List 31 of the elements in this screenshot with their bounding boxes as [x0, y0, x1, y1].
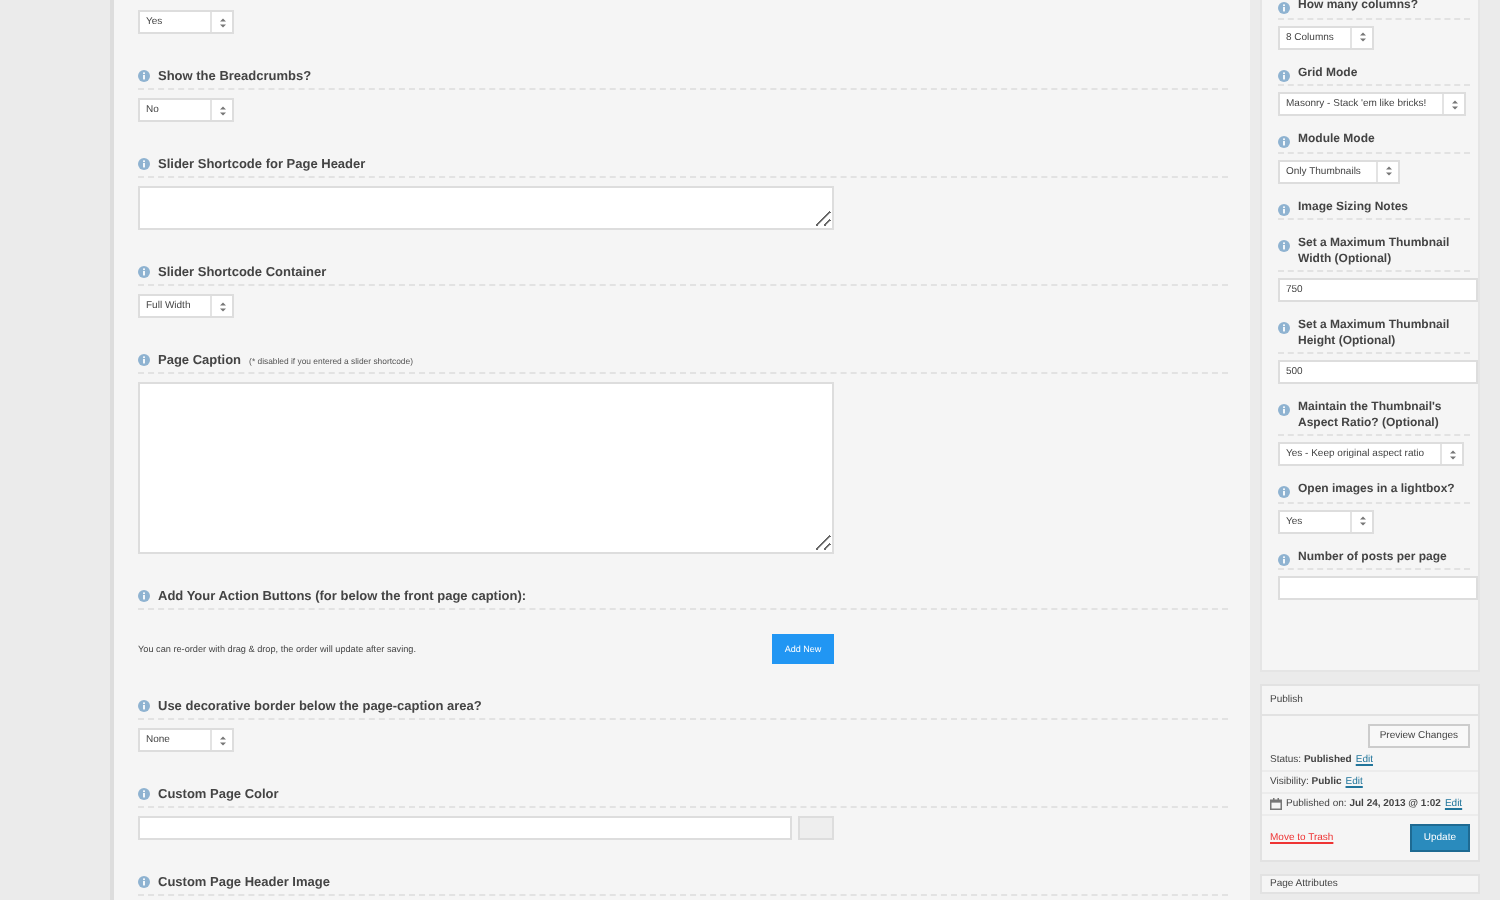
up-down-arrows-icon [219, 105, 225, 115]
info-icon[interactable] [1278, 203, 1290, 215]
text-input-field[interactable] [1278, 576, 1478, 600]
up-down-arrows-icon [219, 17, 225, 27]
text-area[interactable] [138, 186, 834, 230]
color-input-field[interactable] [138, 816, 792, 840]
info-icon[interactable] [138, 788, 150, 800]
up-down-arrows-icon [1449, 449, 1456, 459]
info-icon[interactable] [138, 700, 150, 712]
color-swatch[interactable] [798, 816, 834, 840]
text-area[interactable] [138, 382, 834, 554]
up-down-arrows-icon [219, 301, 225, 311]
info-icon[interactable] [1278, 322, 1290, 334]
up-down-arrows-icon [1359, 516, 1365, 526]
info-icon[interactable] [138, 590, 150, 602]
up-down-arrows-icon [1359, 32, 1365, 42]
info-icon[interactable] [1278, 69, 1290, 81]
info-icon[interactable] [1278, 240, 1290, 252]
info-icon[interactable] [138, 266, 150, 278]
info-icon[interactable] [1278, 404, 1290, 416]
up-down-arrows-icon [219, 735, 225, 745]
info-icon[interactable] [1278, 2, 1290, 14]
info-icon[interactable] [1278, 553, 1290, 565]
info-icon[interactable] [1278, 486, 1290, 498]
up-down-arrows-icon [1385, 166, 1392, 176]
info-icon[interactable] [138, 70, 150, 82]
up-down-arrows-icon [1451, 99, 1458, 109]
info-icon[interactable] [138, 354, 150, 366]
info-icon[interactable] [138, 876, 150, 888]
info-icon[interactable] [138, 158, 150, 170]
info-icon[interactable] [1278, 136, 1290, 148]
